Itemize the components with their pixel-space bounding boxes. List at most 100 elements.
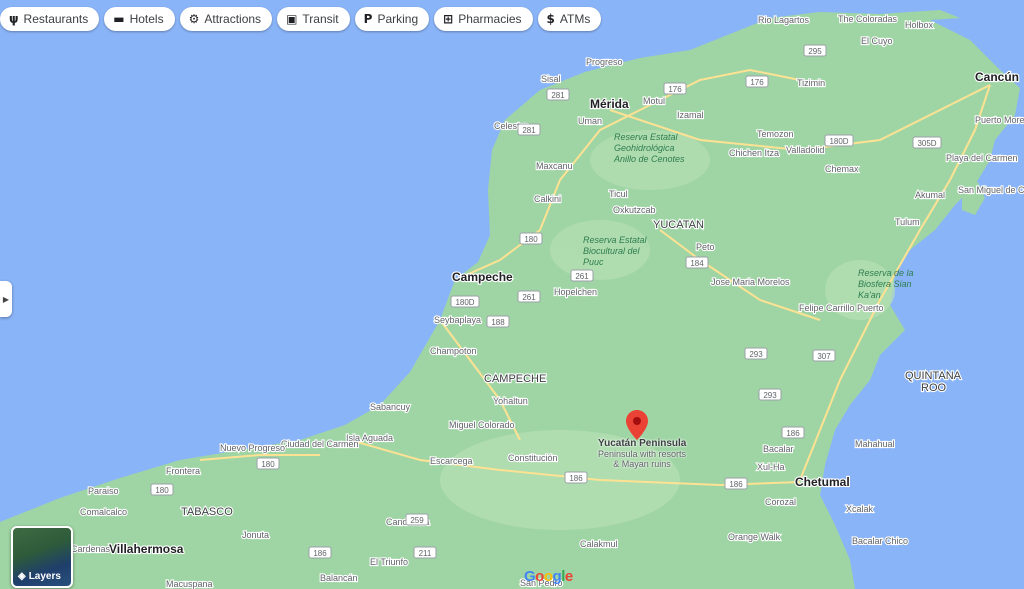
town-label[interactable]: Tulum xyxy=(894,216,921,228)
pin-subtitle: Peninsula with resorts & Mayan ruins xyxy=(597,449,687,469)
town-label[interactable]: El Cuyo xyxy=(860,35,894,47)
town-label[interactable]: Escarcega xyxy=(429,455,474,467)
state-label[interactable]: YUCATAN xyxy=(652,218,705,232)
town-label[interactable]: Nuevo Progreso xyxy=(219,442,286,454)
city-label[interactable]: Mérida xyxy=(589,96,630,112)
reserve-label[interactable]: Reserva Estatal xyxy=(614,132,679,142)
town-label[interactable]: Corozal xyxy=(764,496,797,508)
pin-title[interactable]: Yucatán Peninsula xyxy=(598,438,686,449)
town-label[interactable]: San Miguel de Cozumel xyxy=(957,184,1024,196)
town-label[interactable]: El Triunfo xyxy=(369,556,409,568)
layers-button[interactable]: ◈ Layers xyxy=(11,526,73,588)
expand-side-panel-button[interactable]: ▶ xyxy=(0,281,12,317)
town-label[interactable]: Cardenas xyxy=(70,543,112,555)
town-label[interactable]: Holbox xyxy=(904,19,935,31)
route-shield: 184 xyxy=(685,256,709,269)
reserve-label[interactable]: Ka'an xyxy=(858,290,881,300)
town-label[interactable]: Bacalar xyxy=(762,443,795,455)
svg-text:176: 176 xyxy=(668,85,682,94)
town-label[interactable]: Hopelchen xyxy=(553,286,598,298)
state-label[interactable]: TABASCO xyxy=(180,505,234,519)
town-label[interactable]: Ticul xyxy=(608,188,629,200)
route-shield: 186 xyxy=(308,546,332,559)
town-label[interactable]: Progreso xyxy=(585,56,624,68)
reserve-label[interactable]: Biocultural del xyxy=(583,246,641,256)
chip-pharmacies[interactable]: ⊞ Pharmacies xyxy=(434,7,533,31)
town-label[interactable]: Uman xyxy=(577,115,603,127)
chip-transit[interactable]: ▣ Transit xyxy=(277,7,350,31)
city-label[interactable]: Cancún xyxy=(974,69,1020,85)
town-label[interactable]: Izamal xyxy=(676,109,705,121)
town-label[interactable]: Sabancuy xyxy=(369,401,412,413)
town-label[interactable]: Rio Lagartos xyxy=(757,14,811,26)
city-label[interactable]: Chetumal xyxy=(794,474,851,490)
town-label[interactable]: Chichen Itza xyxy=(728,147,780,159)
chip-restaurants[interactable]: ψ Restaurants xyxy=(0,7,100,31)
town-label[interactable]: The Coloradas xyxy=(837,13,899,25)
town-label[interactable]: Yohaltun xyxy=(492,395,529,407)
route-shield: 259 xyxy=(405,513,429,526)
town-label[interactable]: Ciudad del Carmen xyxy=(280,438,360,450)
town-label[interactable]: Temozon xyxy=(756,128,795,140)
svg-text:188: 188 xyxy=(491,318,505,327)
location-pin-icon[interactable] xyxy=(626,410,648,440)
town-label[interactable]: Tizimin xyxy=(796,77,826,89)
town-label[interactable]: Akumal xyxy=(914,189,946,201)
town-label[interactable]: Balancán xyxy=(319,572,359,584)
town-label[interactable]: Orange Walk xyxy=(727,531,782,543)
town-label[interactable]: Champoton xyxy=(429,345,478,357)
town-label[interactable]: Jose Maria Morelos xyxy=(710,276,791,288)
town-label[interactable]: Macuspana xyxy=(165,578,214,589)
town-label[interactable]: Miguel Colorado xyxy=(448,419,516,431)
chip-attractions[interactable]: ⚙ Attractions xyxy=(179,7,273,31)
reserve-label[interactable]: Reserva Estatal xyxy=(583,235,648,245)
city-label[interactable]: Campeche xyxy=(451,269,514,285)
route-shield: 261 xyxy=(517,290,541,303)
town-label[interactable]: Comalcalco xyxy=(79,506,128,518)
chip-atms[interactable]: $ ATMs xyxy=(537,7,602,31)
town-label[interactable]: Bacalar Chico xyxy=(851,535,909,547)
town-label[interactable]: Puerto Morelos xyxy=(974,114,1024,126)
town-label[interactable]: Peto xyxy=(695,241,716,253)
reserve-label[interactable]: Biosfera Sian xyxy=(858,279,912,289)
town-label[interactable]: Chemax xyxy=(824,163,860,175)
svg-text:281: 281 xyxy=(522,126,536,135)
town-label[interactable]: Mahahual xyxy=(854,438,896,450)
town-label[interactable]: Xul-Ha xyxy=(756,461,786,473)
town-label[interactable]: Seybaplaya xyxy=(433,314,482,326)
town-label[interactable]: Calakmul xyxy=(579,538,619,550)
restaurant-icon: ψ xyxy=(9,12,19,26)
svg-text:176: 176 xyxy=(750,78,764,87)
reserve-label[interactable]: Geohidrológica xyxy=(614,143,675,153)
route-shield: 176 xyxy=(745,75,769,88)
city-label[interactable]: Villahermosa xyxy=(108,541,185,557)
town-label[interactable]: Sisal xyxy=(540,73,562,85)
route-shield: 180 xyxy=(150,483,174,496)
town-label[interactable]: Felipe Carrillo Puerto xyxy=(798,302,885,314)
town-label[interactable]: Oxkutzcab xyxy=(612,204,657,216)
route-shield: 211 xyxy=(413,546,437,559)
map-canvas[interactable]: YUCATAN CAMPECHE QUINTANAROO TABASCO Mérida C… xyxy=(0,0,1024,589)
chip-label: Attractions xyxy=(204,12,262,26)
state-label[interactable]: CAMPECHE xyxy=(483,372,548,386)
town-label[interactable]: Calkini xyxy=(533,193,562,205)
town-label[interactable]: Valladolid xyxy=(785,144,826,156)
town-label[interactable]: Frontera xyxy=(165,465,201,477)
town-label[interactable]: Maxcanu xyxy=(535,160,574,172)
town-label[interactable]: Jonuta xyxy=(241,529,270,541)
svg-text:186: 186 xyxy=(786,429,800,438)
town-label[interactable]: Paraiso xyxy=(87,485,120,497)
chip-parking[interactable]: P Parking xyxy=(354,7,430,31)
reserve-label[interactable]: Anillo de Cenotes xyxy=(613,154,685,164)
town-label[interactable]: Playa del Carmen xyxy=(945,152,1019,164)
town-label[interactable]: Motul xyxy=(642,95,666,107)
town-label[interactable]: Xcalak xyxy=(845,503,875,515)
chip-hotels[interactable]: ▬ Hotels xyxy=(104,7,175,31)
route-shield: 307 xyxy=(812,349,836,362)
reserve-label[interactable]: Puuc xyxy=(583,257,604,267)
town-label[interactable]: Constitución xyxy=(507,452,559,464)
state-label[interactable]: QUINTANA xyxy=(904,369,963,383)
filter-chips-bar: ψ Restaurants ▬ Hotels ⚙ Attractions ▣ Transit P… xyxy=(0,7,602,33)
state-label[interactable]: ROO xyxy=(920,381,948,395)
reserve-label[interactable]: Reserva de la xyxy=(858,268,914,278)
